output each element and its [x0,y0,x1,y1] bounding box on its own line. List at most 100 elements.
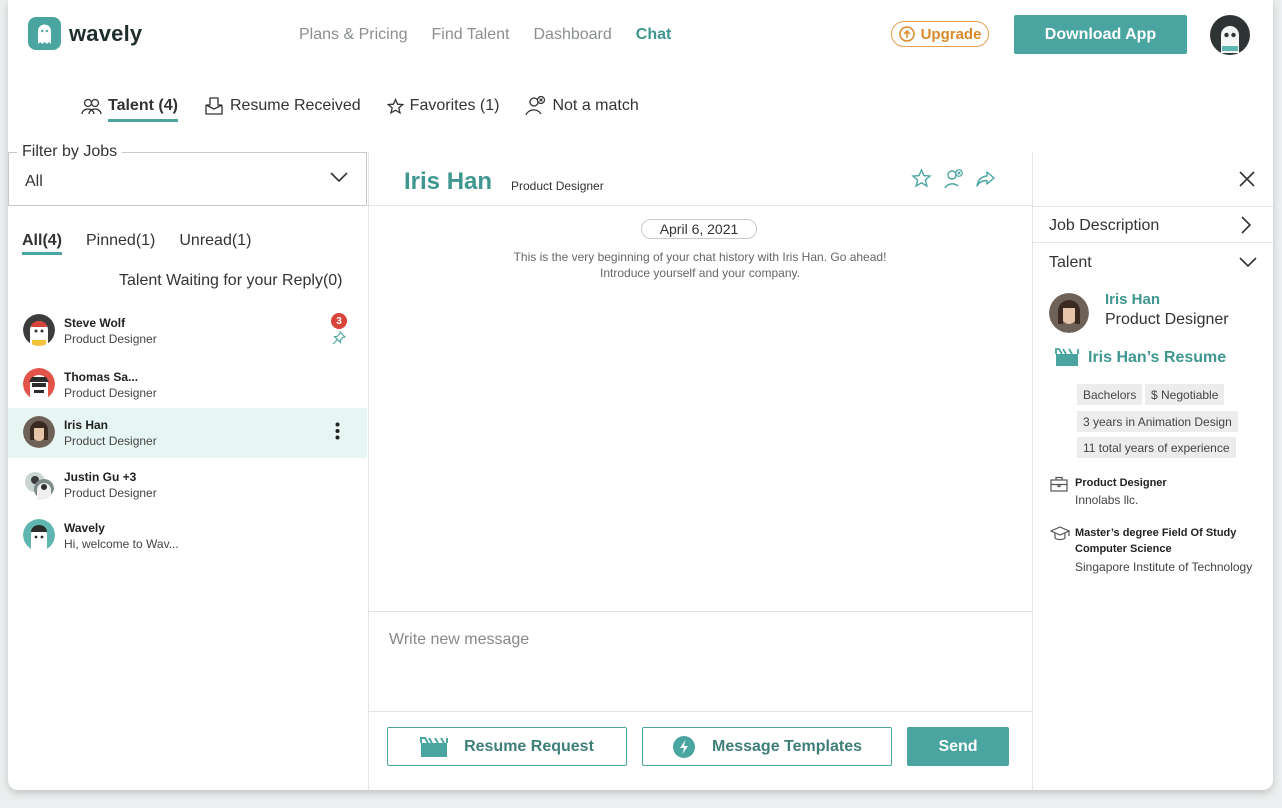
conversation-name: Justin Gu +3 [64,470,137,484]
conversation-filter-tabs: All(4) Pinned(1) Unread(1) [22,232,251,255]
tag-education: Bachelors [1077,384,1143,405]
nav-plans-pricing[interactable]: Plans & Pricing [299,26,408,44]
conversation-sidebar: Filter by Jobs All All(4) Pinned(1) Unre… [8,143,369,790]
chat-contact-name[interactable]: Iris Han [404,168,492,196]
tab-not-a-match-label: Not a match [552,97,639,114]
conversation-name: Thomas Sa... [64,370,139,384]
briefcase-icon [1050,476,1068,492]
filter-jobs-value: All [25,173,43,190]
conversation-item[interactable]: Thomas Sa... Product Designer [8,360,367,410]
divider [1033,242,1273,243]
conversation-item[interactable]: Justin Gu +3 Product Designer [8,460,367,510]
tab-not-a-match[interactable]: Not a match [525,96,639,116]
brand-logo[interactable]: wavely [28,17,142,50]
conversation-name: Wavely [64,521,105,535]
education-field: Computer Science [1075,543,1172,555]
conversation-subtitle: Product Designer [64,486,157,500]
unread-badge: 3 [331,313,347,329]
tab-talent-label: Talent (4) [108,97,178,114]
favorite-star-icon[interactable] [911,168,932,189]
nav-chat[interactable]: Chat [636,26,672,44]
filter-jobs-label: Filter by Jobs [17,143,123,161]
user-avatar[interactable] [1210,15,1250,55]
chevron-down-icon [330,172,348,183]
chat-area: Iris Han Product Designer April 6, 2021 … [368,152,1032,790]
tag-total-experience: 11 total years of experience [1077,437,1236,458]
experience-company: Innolabs llc. [1075,493,1139,507]
conversation-item[interactable]: Steve Wolf Product Designer 3 [8,306,367,356]
conversation-subtitle: Product Designer [64,332,157,346]
talent-role: Product Designer [1105,311,1229,328]
tag-salary: $ Negotiable [1145,384,1225,405]
chat-intro-line-2: Introduce yourself and your company. [600,266,800,280]
talent-avatar [1049,293,1089,333]
resume-request-label: Resume Request [464,737,594,755]
user-x-icon[interactable] [943,168,964,189]
education-degree: Master’s degree Field Of Study [1075,527,1237,539]
avatar [23,368,55,400]
experience-title: Product Designer [1075,477,1167,489]
resume-link-label: Iris Han’s Resume [1088,348,1227,366]
message-templates-button[interactable]: Message Templates [642,727,892,766]
message-input-placeholder: Write new message [389,631,530,648]
talent-name[interactable]: Iris Han [1105,291,1160,308]
tab-talent[interactable]: Talent (4) [81,96,178,122]
message-compose[interactable]: Write new message [368,611,1032,712]
subtab-unread[interactable]: Unread(1) [179,232,251,250]
download-app-button[interactable]: Download App [1014,15,1187,54]
more-vertical-icon[interactable] [335,422,340,440]
conversation-subtitle: Product Designer [64,386,157,400]
group-avatar [25,472,54,500]
user-x-icon [525,96,546,116]
chat-intro-line-1: This is the very beginning of your chat … [513,250,887,264]
conversation-item[interactable]: Wavely Hi, welcome to Wav... [8,511,367,561]
tab-favorites[interactable]: Favorites (1) [386,96,500,116]
clapperboard-icon [1055,348,1079,366]
tab-resume-received[interactable]: Resume Received [204,96,361,116]
chevron-down-icon[interactable] [1239,256,1257,268]
subtab-pinned[interactable]: Pinned(1) [86,232,155,250]
waiting-reply-label[interactable]: Talent Waiting for your Reply(0) [119,272,343,290]
conversation-subtitle: Product Designer [64,434,157,448]
main-nav: Plans & Pricing Find Talent Dashboard Ch… [299,26,671,44]
avatar [23,314,55,346]
close-icon[interactable] [1238,170,1256,188]
upgrade-label: Upgrade [920,25,982,43]
clapperboard-icon [420,736,449,757]
chat-contact-role: Product Designer [511,179,604,193]
talent-tabs: Talent (4) Resume Received Favorites (1)… [81,96,639,122]
star-icon [386,97,404,114]
wavely-ghost-icon [28,17,61,50]
tab-resume-label: Resume Received [229,97,361,114]
upgrade-button[interactable]: Upgrade [891,21,989,47]
conversation-subtitle: Hi, welcome to Wav... [64,537,179,551]
talent-detail-panel: Job Description Talent Iris Han Product … [1032,152,1273,790]
filter-jobs-select[interactable]: Filter by Jobs All [8,143,367,206]
send-button[interactable]: Send [907,727,1009,766]
date-separator: April 6, 2021 [641,219,757,239]
avatar [23,416,55,448]
nav-find-talent[interactable]: Find Talent [432,26,510,44]
job-description-toggle[interactable]: Job Description [1049,217,1159,235]
subtab-all[interactable]: All(4) [22,232,62,255]
divider [1033,206,1273,207]
resume-request-button[interactable]: Resume Request [387,727,627,766]
lightning-icon [673,735,695,758]
arrow-up-circle-icon [898,26,915,42]
chat-header: Iris Han Product Designer [368,152,1032,206]
chevron-right-icon[interactable] [1239,215,1253,235]
conversation-item-selected[interactable]: Iris Han Product Designer [8,408,367,458]
conversation-name: Steve Wolf [64,316,126,330]
brand-name: wavely [69,20,143,46]
app-window: wavely Plans & Pricing Find Talent Dashb… [8,0,1273,790]
avatar [23,519,55,551]
pin-icon[interactable] [332,331,346,345]
document-icon [205,97,223,115]
nav-dashboard[interactable]: Dashboard [533,26,611,44]
talent-section-toggle[interactable]: Talent [1049,254,1092,272]
people-icon [81,98,102,115]
resume-link[interactable]: Iris Han’s Resume [1055,348,1226,367]
chat-actions: Resume Request Message Templates Send [368,711,1032,790]
tab-favorites-label: Favorites (1) [409,97,500,114]
share-forward-icon[interactable] [975,168,996,189]
